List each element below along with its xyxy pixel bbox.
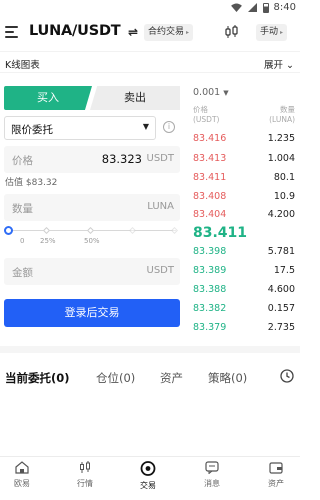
section-divider: [0, 346, 300, 353]
kline-chart-label: K线图表: [5, 60, 40, 71]
quantity-label: 数量: [12, 203, 33, 215]
nav-item-trade[interactable]: 交易: [128, 461, 168, 491]
wifi-icon: [230, 3, 242, 12]
history-clock-icon[interactable]: [280, 369, 294, 383]
candlestick-chart-icon[interactable]: [224, 25, 240, 39]
battery-icon: [262, 2, 269, 13]
contract-trading-label: 合约交易: [148, 27, 185, 37]
message-icon: [205, 461, 219, 474]
slider-stop-25[interactable]: [42, 226, 51, 235]
slider-stop-50[interactable]: [86, 226, 95, 235]
slider-tick-label: 0: [20, 237, 25, 245]
last-price: 83.411: [193, 225, 248, 241]
trading-pair-title[interactable]: LUNA/USDT: [29, 23, 121, 39]
status-icons: 8:40: [230, 2, 296, 13]
tab-strategies[interactable]: 策略(0): [208, 370, 247, 386]
swap-icon[interactable]: ⇌: [128, 25, 138, 39]
signal-icon: [247, 3, 257, 12]
slider-handle[interactable]: [4, 226, 13, 235]
ask-row[interactable]: 83.413 1.004: [193, 153, 295, 165]
price-label: 价格: [12, 155, 33, 167]
quantity-field[interactable]: 数量 LUNA: [4, 194, 180, 221]
slider-stop-100[interactable]: [170, 226, 179, 235]
slider-tick-label: 25%: [40, 237, 56, 245]
tab-positions[interactable]: 仓位(0): [96, 370, 135, 386]
market-candles-icon: [80, 461, 90, 473]
bid-row[interactable]: 83.379 2.735: [193, 322, 295, 334]
order-type-select[interactable]: 限价委托 ▼: [4, 116, 156, 140]
price-unit: USDT: [146, 153, 174, 164]
bid-row[interactable]: 83.389 17.5: [193, 265, 295, 277]
tab-assets[interactable]: 资产: [160, 370, 183, 386]
clock-time: 8:40: [273, 2, 296, 13]
chevron-down-icon: ⌄: [286, 60, 294, 71]
slider-tick-label: 50%: [84, 237, 100, 245]
nav-label: 交易: [140, 481, 156, 490]
slider-stop-75[interactable]: [128, 226, 137, 235]
home-icon: [15, 461, 29, 474]
nav-label: 行情: [77, 479, 93, 488]
quantity-column-header: 数量 (LUNA): [269, 105, 295, 124]
chevron-right-icon: ▸: [280, 29, 284, 36]
estimated-value: 估值 $83.32: [5, 178, 58, 188]
contract-trading-button[interactable]: 合约交易 ▸: [144, 24, 194, 41]
status-bar: 8:40: [0, 0, 300, 16]
tab-open-orders[interactable]: 当前委托(0): [5, 370, 70, 386]
sell-tab[interactable]: 卖出: [90, 86, 180, 110]
bid-row[interactable]: 83.382 0.157: [193, 303, 295, 315]
bid-row[interactable]: 83.388 4.600: [193, 284, 295, 296]
amount-label: 金额: [12, 267, 33, 279]
nav-label: 欧易: [14, 479, 30, 488]
price-field[interactable]: 价格 83.323 USDT: [4, 146, 180, 173]
amount-unit: USDT: [146, 265, 174, 276]
buy-sell-tabs: 买入 卖出: [4, 86, 180, 110]
manual-mode-button[interactable]: 手动 ▸: [256, 24, 288, 41]
order-type-value: 限价委托: [11, 124, 53, 136]
ask-row[interactable]: 83.408 10.9: [193, 191, 295, 203]
ask-row[interactable]: 83.404 4.200: [193, 209, 295, 221]
bottom-navigation: 欧易 行情 交易 消息 资产: [0, 456, 300, 500]
nav-item-markets[interactable]: 行情: [65, 461, 105, 489]
nav-item-assets[interactable]: 资产: [256, 461, 296, 489]
nav-item-messages[interactable]: 消息: [192, 461, 232, 489]
trade-icon: [140, 461, 156, 476]
chevron-right-icon: ▸: [186, 29, 190, 36]
nav-label: 消息: [204, 479, 220, 488]
bid-row[interactable]: 83.398 5.781: [193, 246, 295, 258]
orders-tabs: 当前委托(0) 仓位(0) 资产 策略(0): [0, 360, 300, 394]
quantity-unit: LUNA: [147, 201, 174, 212]
precision-select[interactable]: 0.001 ▼: [193, 87, 229, 98]
nav-item-home[interactable]: 欧易: [0, 461, 44, 489]
price-value: 83.323: [101, 152, 142, 166]
buy-tab[interactable]: 买入: [4, 86, 92, 110]
ask-row[interactable]: 83.411 80.1: [193, 172, 295, 184]
menu-icon[interactable]: [5, 26, 18, 38]
kline-chart-row[interactable]: K线图表 展开 ⌄: [0, 51, 300, 73]
manual-mode-label: 手动: [260, 27, 279, 37]
caret-down-icon: ▼: [223, 89, 229, 97]
price-column-header: 价格 (USDT): [193, 105, 220, 124]
amount-field[interactable]: 金额 USDT: [4, 258, 180, 285]
wallet-icon: [269, 462, 283, 474]
nav-label: 资产: [268, 479, 284, 488]
login-to-trade-button[interactable]: 登录后交易: [4, 299, 180, 327]
quantity-slider[interactable]: 0 25% 50%: [4, 226, 180, 248]
ask-row[interactable]: 83.416 1.235: [193, 133, 295, 145]
caret-down-icon: ▼: [142, 122, 149, 131]
info-icon[interactable]: i: [163, 121, 175, 133]
top-bar: LUNA/USDT ⇌ 合约交易 ▸ 手动 ▸: [0, 20, 300, 46]
expand-toggle[interactable]: 展开 ⌄: [264, 57, 294, 71]
